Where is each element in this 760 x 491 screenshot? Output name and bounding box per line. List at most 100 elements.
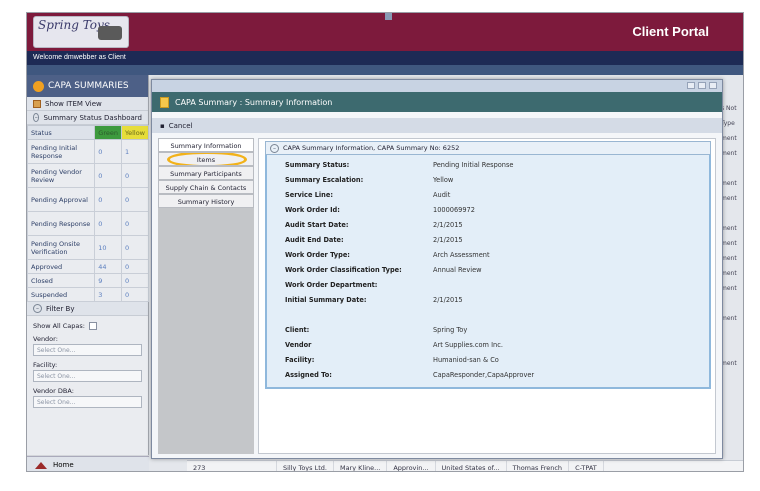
dashboard-header[interactable]: – Summary Status Dashboard <box>27 111 148 125</box>
tab-items[interactable]: Items <box>158 152 254 166</box>
field-label: Assigned To: <box>285 371 332 379</box>
field-label: Vendor <box>285 341 312 349</box>
yellow-column-header[interactable]: Yellow <box>120 125 150 140</box>
table-row[interactable]: Approved 44 0 <box>27 259 150 274</box>
resize-handle-icon[interactable] <box>385 13 392 20</box>
bg-cell: 273 <box>187 461 277 471</box>
field-label: Initial Summary Date: <box>285 296 367 304</box>
collapse-icon[interactable]: – <box>33 113 40 122</box>
minimize-icon[interactable] <box>687 82 695 89</box>
count-cell[interactable]: 0 <box>94 211 122 236</box>
count-cell[interactable]: 0 <box>94 163 122 188</box>
filter-section: Show All Capas: Vendor: Select One... Fa… <box>27 316 148 411</box>
section-header[interactable]: – CAPA Summary Information, CAPA Summary… <box>265 141 711 155</box>
count-cell[interactable]: 0 <box>120 235 150 260</box>
count-cell[interactable]: 0 <box>94 139 122 164</box>
collapse-icon[interactable]: – <box>270 143 279 153</box>
close-icon[interactable] <box>709 82 717 89</box>
facility-select[interactable]: Select One... <box>33 370 142 382</box>
field-row: Client: Spring Toy <box>285 326 467 334</box>
highlight-ring <box>167 153 247 165</box>
home-link[interactable]: Home <box>27 456 149 471</box>
field-value: 2/1/2015 <box>433 236 463 244</box>
dashboard-title: Summary Status Dashboard <box>43 113 142 122</box>
table-row[interactable]: Closed 9 0 <box>27 273 150 288</box>
table-row[interactable]: Pending Response 0 0 <box>27 211 150 236</box>
show-item-view-link[interactable]: Show ITEM View <box>27 97 148 111</box>
show-all-checkbox[interactable] <box>88 322 97 330</box>
field-label: Audit Start Date: <box>285 221 349 229</box>
count-cell[interactable]: 10 <box>94 235 122 260</box>
table-row[interactable]: 273 Silly Toys Ltd. Mary Kline... Approv… <box>187 460 743 471</box>
tab-summary-participants[interactable]: Summary Participants <box>158 166 254 180</box>
count-cell[interactable]: 0 <box>120 287 150 302</box>
facility-label: Facility: <box>33 361 58 369</box>
cancel-icon: ▪ <box>160 121 165 130</box>
document-icon <box>160 96 169 108</box>
capa-summaries-panel: CAPA SUMMARIES Show ITEM View – Summary … <box>27 75 150 455</box>
panel-title-bar: CAPA SUMMARIES <box>27 75 148 97</box>
field-row: Facility: Humaniod-san & Co <box>285 356 499 364</box>
status-column-header[interactable]: Status <box>27 125 96 140</box>
vendor-dba-label: Vendor DBA: <box>33 387 74 395</box>
status-cell: Closed <box>27 273 96 288</box>
count-cell[interactable]: 0 <box>120 211 150 236</box>
vendor-label: Vendor: <box>33 335 58 343</box>
count-cell[interactable]: 1 <box>120 139 150 164</box>
field-row: Service Line: Audit <box>285 191 450 199</box>
field-label: Work Order Department: <box>285 281 378 289</box>
count-cell[interactable]: 0 <box>120 259 150 274</box>
count-cell[interactable]: 0 <box>120 163 150 188</box>
bg-cell: Thomas French <box>507 461 570 471</box>
field-row: Work Order Type: Arch Assessment <box>285 251 490 259</box>
count-cell[interactable]: 0 <box>94 187 122 212</box>
field-row: Summary Escalation: Yellow <box>285 176 453 184</box>
tab-supply-chain-contacts[interactable]: Supply Chain & Contacts <box>158 180 254 194</box>
count-cell[interactable]: 44 <box>94 259 122 274</box>
field-row: Summary Status: Pending Initial Response <box>285 161 513 169</box>
field-value: 2/1/2015 <box>433 296 463 304</box>
status-cell: Pending Vendor Review <box>27 163 96 188</box>
tab-summary-information[interactable]: Summary Information <box>158 138 254 152</box>
filter-header[interactable]: – Filter By <box>27 302 148 316</box>
tab-list: Summary Information Items Summary Partic… <box>158 138 254 454</box>
table-row[interactable]: Suspended 3 0 <box>27 287 150 302</box>
maximize-icon[interactable] <box>698 82 706 89</box>
summary-panel: – CAPA Summary Information, CAPA Summary… <box>258 138 716 454</box>
tab-summary-history[interactable]: Summary History <box>158 194 254 208</box>
field-label: Summary Status: <box>285 161 350 169</box>
count-cell[interactable]: 9 <box>94 273 122 288</box>
vendor-select[interactable]: Select One... <box>33 344 142 356</box>
status-cell: Pending Initial Response <box>27 139 96 164</box>
cancel-label: Cancel <box>168 121 193 130</box>
table-row[interactable]: Pending Onsite Verification 10 0 <box>27 235 150 260</box>
table-row[interactable]: Pending Initial Response 0 1 <box>27 139 150 164</box>
collapse-icon[interactable]: – <box>33 304 42 313</box>
home-icon <box>35 461 47 469</box>
green-column-header[interactable]: Green <box>94 125 122 140</box>
field-value: Art Supplies.com Inc. <box>433 341 503 349</box>
count-cell[interactable]: 3 <box>94 287 122 302</box>
cancel-button[interactable]: ▪ Cancel <box>152 118 722 133</box>
field-label: Work Order Type: <box>285 251 350 259</box>
field-label: Work Order Id: <box>285 206 340 214</box>
filter-title: Filter By <box>46 304 75 313</box>
vendor-dba-select[interactable]: Select One... <box>33 396 142 408</box>
field-value: 1000069972 <box>433 206 475 214</box>
status-cell: Pending Response <box>27 211 96 236</box>
bg-cell: C-TPAT <box>569 461 604 471</box>
table-row[interactable]: Pending Vendor Review 0 0 <box>27 163 150 188</box>
field-value: Pending Initial Response <box>433 161 514 169</box>
count-cell[interactable]: 0 <box>120 187 150 212</box>
table-row[interactable]: Pending Approval 0 0 <box>27 187 150 212</box>
field-row: Work Order Department: <box>285 281 433 289</box>
capa-icon <box>33 80 44 92</box>
spring-toys-logo[interactable]: Spring Toys <box>33 16 129 48</box>
show-all-label: Show All Capas: <box>33 322 85 330</box>
toy-icon <box>98 26 122 40</box>
count-cell[interactable]: 0 <box>120 273 150 288</box>
welcome-text: Welcome dmwebber as Client <box>27 51 743 65</box>
field-label: Summary Escalation: <box>285 176 364 184</box>
section-title: CAPA Summary Information, CAPA Summary N… <box>283 144 460 152</box>
field-label: Client: <box>285 326 310 334</box>
